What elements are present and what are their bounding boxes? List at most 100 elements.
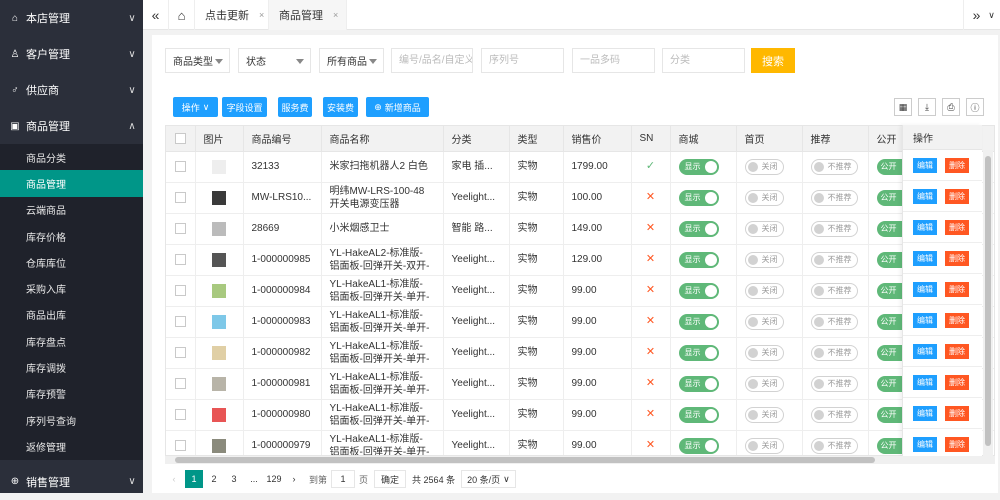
checkbox[interactable]: [174, 346, 186, 358]
checkbox[interactable]: [174, 439, 186, 451]
field-settings-button[interactable]: 字段设置: [222, 97, 267, 117]
sidebar-subitem[interactable]: 返修管理: [0, 433, 143, 460]
collapse-left-icon[interactable]: «: [143, 0, 169, 30]
edit-button[interactable]: 编辑: [913, 250, 937, 266]
scroll-thumb[interactable]: [985, 156, 991, 446]
scroll-thumb[interactable]: [175, 457, 875, 463]
category-input[interactable]: [662, 48, 745, 73]
mall-toggle[interactable]: 显示: [678, 375, 719, 392]
checkbox[interactable]: [174, 377, 186, 389]
recommend-toggle[interactable]: 不推荐: [810, 282, 858, 299]
code-search-input[interactable]: [391, 48, 473, 73]
mall-toggle[interactable]: 显示: [678, 220, 719, 237]
mall-toggle[interactable]: 显示: [678, 282, 719, 299]
sidebar-subitem[interactable]: 库存调拨: [0, 354, 143, 381]
multi-code-input[interactable]: [572, 48, 655, 73]
serial-input[interactable]: [481, 48, 564, 73]
sidebar-subitem[interactable]: 采购入库: [0, 275, 143, 302]
sidebar-item-customers[interactable]: ♙ 客户管理 ∨: [0, 36, 143, 72]
sidebar-subitem[interactable]: 序列号查询: [0, 406, 143, 434]
homepage-toggle[interactable]: 关闭: [744, 189, 784, 206]
operations-button[interactable]: 操作 ∨: [173, 97, 218, 117]
export-icon[interactable]: ⤓: [918, 98, 936, 116]
delete-button[interactable]: 删除: [945, 157, 969, 173]
row-checkbox-cell[interactable]: [166, 182, 196, 214]
homepage-toggle[interactable]: 关闭: [744, 251, 784, 268]
checkbox[interactable]: [174, 222, 186, 234]
mall-toggle[interactable]: 显示: [678, 406, 719, 423]
page-size-select[interactable]: 20 条/页 ∨: [461, 470, 516, 488]
edit-button[interactable]: 编辑: [913, 157, 937, 173]
sidebar-subitem[interactable]: 云端商品: [0, 196, 143, 223]
row-checkbox-cell[interactable]: [166, 337, 196, 369]
columns-icon[interactable]: ▦: [894, 98, 912, 116]
search-button[interactable]: 搜索: [751, 48, 795, 73]
page-2[interactable]: 2: [205, 470, 223, 488]
recommend-toggle[interactable]: 不推荐: [810, 189, 858, 206]
sidebar-subitem-active[interactable]: 商品管理: [0, 170, 143, 197]
delete-button[interactable]: 删除: [945, 312, 969, 328]
mall-toggle[interactable]: 显示: [678, 158, 719, 175]
homepage-toggle[interactable]: 关闭: [744, 344, 784, 361]
tab-refresh[interactable]: 点击更新 ×: [195, 0, 269, 30]
sidebar-item-suppliers[interactable]: ♂ 供应商 ∨: [0, 72, 143, 108]
sidebar-subitem[interactable]: 商品分类: [0, 144, 143, 171]
edit-button[interactable]: 编辑: [913, 312, 937, 328]
homepage-toggle[interactable]: 关闭: [744, 406, 784, 423]
recommend-toggle[interactable]: 不推荐: [810, 220, 858, 237]
row-checkbox-cell[interactable]: [166, 275, 196, 307]
delete-button[interactable]: 删除: [945, 219, 969, 235]
edit-button[interactable]: 编辑: [913, 436, 937, 452]
homepage-toggle[interactable]: 关闭: [744, 437, 784, 454]
info-icon[interactable]: ⓘ: [966, 98, 984, 116]
goto-page-input[interactable]: 1: [331, 470, 356, 488]
next-page-icon[interactable]: ›: [285, 470, 303, 488]
delete-button[interactable]: 删除: [945, 436, 969, 452]
delete-button[interactable]: 删除: [945, 343, 969, 359]
print-icon[interactable]: ⎙: [942, 98, 960, 116]
edit-button[interactable]: 编辑: [913, 405, 937, 421]
home-tab-icon[interactable]: ⌂: [169, 0, 195, 30]
checkbox[interactable]: [174, 191, 186, 203]
delete-button[interactable]: 删除: [945, 281, 969, 297]
sidebar-subitem[interactable]: 仓库库位: [0, 249, 143, 276]
recommend-toggle[interactable]: 不推荐: [810, 375, 858, 392]
checkbox[interactable]: [174, 315, 186, 327]
add-product-button[interactable]: ⊕ 新增商品: [366, 97, 429, 117]
row-checkbox-cell[interactable]: [166, 151, 196, 183]
row-checkbox-cell[interactable]: [166, 399, 196, 431]
mall-toggle[interactable]: 显示: [678, 313, 719, 330]
mall-toggle[interactable]: 显示: [678, 437, 719, 454]
vertical-scrollbar[interactable]: [983, 150, 993, 456]
recommend-toggle[interactable]: 不推荐: [810, 313, 858, 330]
mall-toggle[interactable]: 显示: [678, 189, 719, 206]
sidebar-item-store[interactable]: ⌂ 本店管理 ∨: [0, 0, 143, 36]
close-icon[interactable]: ×: [333, 10, 338, 20]
edit-button[interactable]: 编辑: [913, 188, 937, 204]
row-checkbox-cell[interactable]: [166, 306, 196, 338]
close-icon[interactable]: ×: [259, 10, 264, 20]
row-checkbox-cell[interactable]: [166, 430, 196, 455]
recommend-toggle[interactable]: 不推荐: [810, 406, 858, 423]
sidebar-subitem[interactable]: 库存盘点: [0, 328, 143, 355]
homepage-toggle[interactable]: 关闭: [744, 220, 784, 237]
status-select[interactable]: 状态: [238, 48, 311, 73]
select-all-checkbox[interactable]: [166, 126, 196, 152]
recommend-toggle[interactable]: 不推荐: [810, 158, 858, 175]
homepage-toggle[interactable]: 关闭: [744, 375, 784, 392]
sidebar-subitem[interactable]: 库存价格: [0, 222, 143, 250]
install-fee-button[interactable]: 安装费: [323, 97, 358, 117]
checkbox[interactable]: [174, 408, 186, 420]
mall-toggle[interactable]: 显示: [678, 344, 719, 361]
page-last[interactable]: 129: [265, 470, 283, 488]
all-products-select[interactable]: 所有商品: [319, 48, 384, 73]
edit-button[interactable]: 编辑: [913, 374, 937, 390]
edit-button[interactable]: 编辑: [913, 219, 937, 235]
edit-button[interactable]: 编辑: [913, 281, 937, 297]
service-fee-button[interactable]: 服务费: [278, 97, 312, 117]
product-type-select[interactable]: 商品类型: [165, 48, 230, 73]
checkbox[interactable]: [174, 132, 186, 144]
recommend-toggle[interactable]: 不推荐: [810, 344, 858, 361]
row-checkbox-cell[interactable]: [166, 244, 196, 276]
prev-page-icon[interactable]: ‹: [165, 470, 183, 488]
